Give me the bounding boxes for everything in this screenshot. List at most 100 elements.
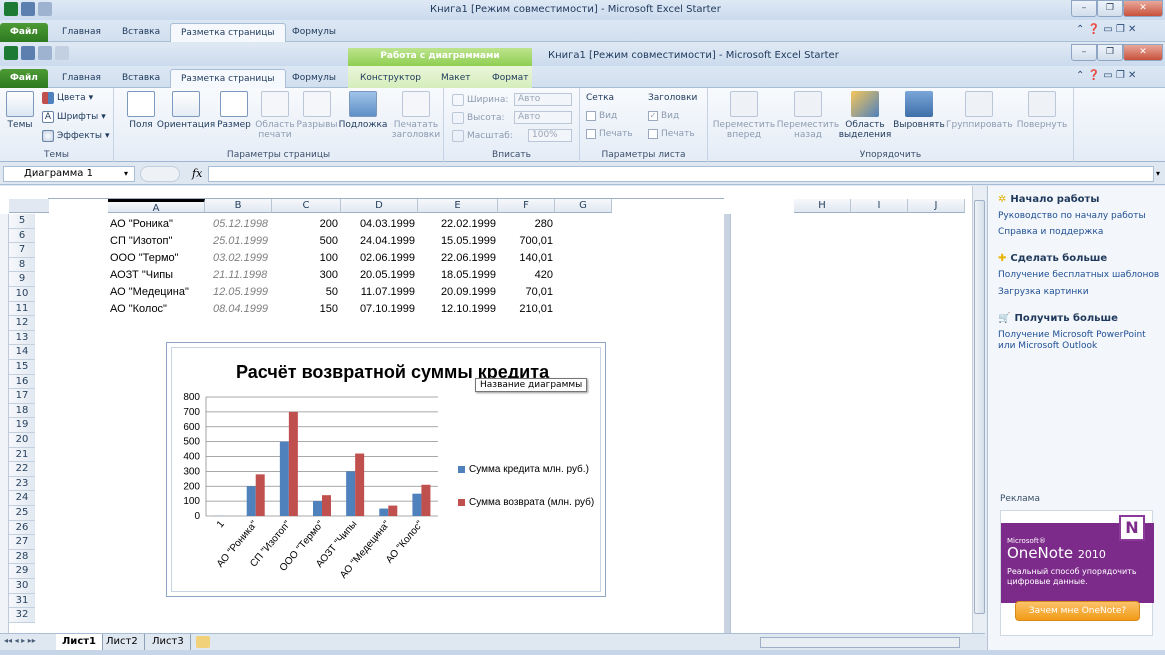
tab-home[interactable]: Главная — [52, 69, 111, 88]
back-minimize-button[interactable]: – — [1071, 0, 1097, 17]
table-cell[interactable]: 70,01 — [498, 284, 553, 301]
row-header[interactable]: 11 — [9, 301, 35, 317]
bar[interactable] — [379, 508, 389, 516]
headings-print-check[interactable]: Печать — [648, 129, 695, 139]
rotate-button[interactable]: Повернуть — [1012, 91, 1072, 130]
horizontal-scrollbar[interactable] — [760, 637, 960, 648]
save-icon[interactable] — [21, 46, 35, 60]
row-header[interactable]: 6 — [9, 228, 35, 244]
col-header-d[interactable]: D — [341, 199, 418, 213]
row-header[interactable]: 17 — [9, 389, 35, 404]
col-header-g[interactable]: G — [555, 199, 612, 213]
table-cell[interactable]: 07.10.1999 — [341, 301, 415, 318]
bar[interactable] — [246, 486, 256, 516]
tab-file[interactable]: Файл — [0, 69, 48, 88]
row-header[interactable]: 16 — [9, 374, 35, 390]
table-cell[interactable]: АО "Роника" — [110, 216, 205, 233]
back-tab-insert[interactable]: Вставка — [112, 23, 170, 42]
name-box-dropdown-icon[interactable]: ▾ — [124, 169, 128, 178]
row-header[interactable]: 26 — [9, 520, 35, 536]
headings-print-checkbox[interactable] — [648, 129, 658, 139]
link-getting-started-guide[interactable]: Руководство по началу работы — [998, 211, 1163, 222]
table-cell[interactable]: АОЗТ "Чипы — [110, 267, 205, 284]
name-box[interactable]: Диаграмма 1 — [3, 166, 135, 182]
row-header[interactable]: 20 — [9, 433, 35, 448]
row-header[interactable]: 14 — [9, 345, 35, 360]
bar[interactable] — [421, 484, 431, 516]
row-header[interactable]: 31 — [9, 593, 35, 609]
fit-width-input[interactable]: Авто — [514, 93, 572, 106]
row-header[interactable]: 22 — [9, 462, 35, 477]
table-cell[interactable]: 500 — [272, 233, 338, 250]
close-button[interactable]: ✕ — [1123, 44, 1163, 61]
table-cell[interactable]: 05.12.1998 — [213, 216, 273, 233]
bar[interactable] — [355, 453, 365, 516]
table-cell[interactable]: АО "Колос" — [110, 301, 205, 318]
link-free-templates[interactable]: Получение бесплатных шаблонов — [998, 270, 1163, 281]
col-header-j[interactable]: J — [908, 199, 965, 213]
vertical-scrollbar[interactable] — [972, 186, 986, 636]
link-help-support[interactable]: Справка и поддержка — [998, 227, 1163, 238]
col-header-a[interactable]: A — [108, 199, 205, 214]
tab-design[interactable]: Конструктор — [350, 69, 431, 88]
table-cell[interactable]: 280 — [498, 216, 553, 233]
bar[interactable] — [279, 441, 289, 516]
table-cell[interactable]: 700,01 — [498, 233, 553, 250]
effects-button[interactable]: Эффекты ▾ — [42, 130, 110, 142]
table-cell[interactable]: 20.09.1999 — [418, 284, 496, 301]
row-header[interactable]: 13 — [9, 330, 35, 346]
table-cell[interactable]: 20.05.1999 — [341, 267, 415, 284]
table-cell[interactable]: 11.07.1999 — [341, 284, 415, 301]
table-cell[interactable]: 210,01 — [498, 301, 553, 318]
group-button[interactable]: Группировать — [946, 91, 1013, 130]
tab-page-layout[interactable]: Разметка страницы — [170, 69, 286, 88]
row-header[interactable]: 24 — [9, 491, 35, 506]
table-cell[interactable]: 200 — [272, 216, 338, 233]
restore-button[interactable]: ❐ — [1097, 44, 1123, 61]
table-cell[interactable]: 15.05.1999 — [418, 233, 496, 250]
select-all-corner[interactable] — [9, 199, 49, 213]
table-cell[interactable]: 25.01.1999 — [213, 233, 273, 250]
table-cell[interactable]: 22.06.1999 — [418, 250, 496, 267]
col-header-e[interactable]: E — [418, 199, 498, 213]
col-header-c[interactable]: C — [272, 199, 341, 213]
headings-view-checkbox[interactable]: ✓ — [648, 111, 658, 121]
tab-layout[interactable]: Макет — [431, 69, 481, 88]
row-header[interactable]: 25 — [9, 506, 35, 521]
chart-object[interactable]: Расчёт возвратной суммы кредита Название… — [166, 342, 606, 597]
table-cell[interactable]: 21.11.1998 — [213, 267, 273, 284]
send-backward-button[interactable]: Переместить назад — [776, 91, 840, 140]
link-powerpoint-outlook[interactable]: Получение Microsoft PowerPoint или Micro… — [998, 330, 1163, 352]
table-cell[interactable]: СП "Изотоп" — [110, 233, 205, 250]
insert-sheet-icon[interactable] — [196, 636, 210, 648]
back-tab-formulas[interactable]: Формулы — [282, 23, 346, 42]
expand-formula-icon[interactable]: ▾ — [1156, 169, 1160, 178]
row-header[interactable]: 21 — [9, 447, 35, 463]
table-cell[interactable]: 100 — [272, 250, 338, 267]
colors-button[interactable]: Цвета ▾ — [42, 92, 93, 104]
bar[interactable] — [288, 411, 298, 516]
back-close-button[interactable]: ✕ — [1123, 0, 1163, 17]
back-tab-page-layout[interactable]: Разметка страницы — [170, 23, 286, 42]
row-header[interactable]: 19 — [9, 418, 35, 433]
table-cell[interactable]: 24.04.1999 — [341, 233, 415, 250]
print-area-button[interactable]: Область печати — [250, 91, 300, 140]
table-cell[interactable]: 12.10.1999 — [418, 301, 496, 318]
breaks-button[interactable]: Разрывы — [294, 91, 340, 130]
grid-view-checkbox[interactable] — [586, 111, 596, 121]
row-header[interactable]: 18 — [9, 403, 35, 419]
worksheet[interactable]: A B C D E F G H I J 5 6 7 8 9 10 11 12 13 14 15 16 1… — [0, 186, 985, 633]
table-cell[interactable]: ООО "Термо" — [110, 250, 205, 267]
align-button[interactable]: Выровнять — [892, 91, 946, 130]
table-cell[interactable]: 22.02.1999 — [418, 216, 496, 233]
table-cell[interactable]: 18.05.1999 — [418, 267, 496, 284]
fit-height-input[interactable]: Авто — [514, 111, 572, 124]
table-cell[interactable]: 300 — [272, 267, 338, 284]
legend-item-credit[interactable]: Сумма кредита млн. руб.) — [458, 463, 598, 476]
col-header-f[interactable]: F — [498, 199, 555, 213]
grid-print-check[interactable]: Печать — [586, 129, 633, 139]
row-header[interactable]: 8 — [9, 257, 35, 273]
table-cell[interactable]: АО "Медецина" — [110, 284, 205, 301]
grid-view-check[interactable]: Вид — [586, 111, 617, 121]
row-header[interactable]: 15 — [9, 360, 35, 375]
